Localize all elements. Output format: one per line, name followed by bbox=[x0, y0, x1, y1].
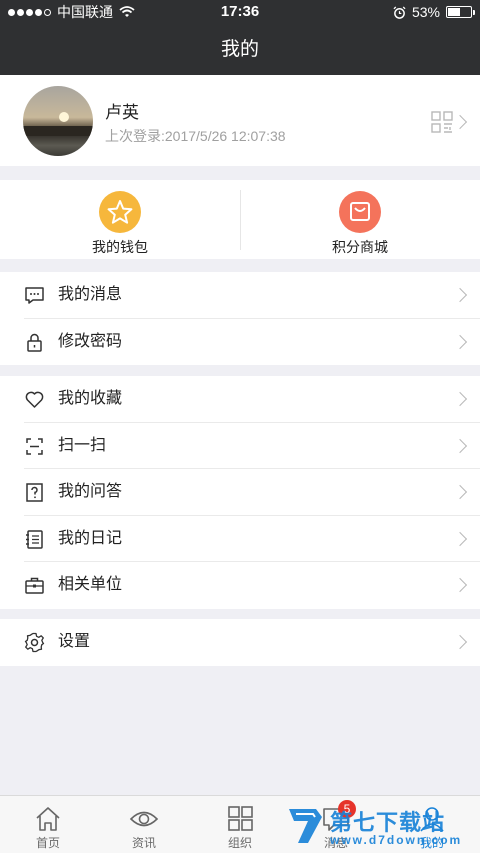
star-icon bbox=[99, 191, 141, 233]
menu-item-change-password[interactable]: 修改密码 bbox=[0, 319, 480, 366]
avatar[interactable] bbox=[23, 86, 93, 156]
menu-item-favorites[interactable]: 我的收藏 bbox=[0, 376, 480, 423]
wallet-shortcut[interactable]: 我的钱包 bbox=[0, 180, 240, 259]
alarm-icon bbox=[393, 5, 406, 19]
menu-item-label: 我的消息 bbox=[58, 286, 123, 303]
lock-icon bbox=[27, 333, 42, 352]
gear-icon bbox=[24, 632, 45, 653]
tab-label: 首页 bbox=[35, 836, 60, 850]
grid-icon bbox=[228, 806, 253, 831]
watermark: 第七下载站 www.d7down.com bbox=[286, 803, 476, 851]
home-icon bbox=[36, 807, 60, 831]
battery-icon bbox=[446, 6, 475, 18]
points-mall-shortcut[interactable]: 积分商城 bbox=[240, 180, 480, 259]
menu-item-label: 我的日记 bbox=[58, 529, 123, 547]
top-bar: 中国联通 17:36 53% 我的 bbox=[0, 0, 480, 75]
message-icon bbox=[25, 287, 44, 304]
chevron-right-icon bbox=[452, 391, 468, 407]
menu-item-scan[interactable]: 扫一扫 bbox=[0, 423, 480, 469]
page-title: 我的 bbox=[220, 39, 259, 60]
shortcut-bar: 我的钱包 积分商城 bbox=[0, 180, 480, 259]
scan-icon bbox=[26, 437, 43, 455]
menu-item-label: 修改密码 bbox=[58, 332, 123, 350]
status-bar: 中国联通 17:36 53% bbox=[0, 0, 480, 24]
menu-item-qa[interactable]: 我的问答 bbox=[0, 469, 480, 516]
tab-label: 资讯 bbox=[131, 836, 156, 850]
menu-item-label: 我的问答 bbox=[58, 483, 123, 500]
chevron-right-icon bbox=[452, 438, 468, 453]
menu-item-label: 设置 bbox=[58, 633, 91, 650]
chevron-right-icon bbox=[452, 484, 468, 500]
tab-organization[interactable]: 组织 bbox=[192, 796, 288, 853]
menu-item-label: 我的收藏 bbox=[58, 390, 123, 407]
points-mall-label: 积分商城 bbox=[332, 239, 388, 255]
chevron-right-icon bbox=[452, 531, 468, 546]
chevron-right-icon bbox=[452, 577, 468, 593]
menu-group-tools: 我的收藏 扫一扫 我的问答 我的日记 相关单位 bbox=[0, 376, 480, 609]
menu-item-messages[interactable]: 我的消息 bbox=[0, 272, 480, 319]
tab-news[interactable]: 资讯 bbox=[96, 796, 192, 853]
last-login-text: 上次登录:2017/5/26 12:07:38 bbox=[105, 128, 286, 144]
profile-card[interactable]: 卢英 上次登录:2017/5/26 12:07:38 bbox=[0, 75, 480, 166]
menu-item-diary[interactable]: 我的日记 bbox=[0, 516, 480, 562]
profile-name: 卢英 bbox=[105, 103, 139, 122]
battery-percent: 53% bbox=[411, 4, 440, 20]
menu-item-label: 扫一扫 bbox=[58, 436, 107, 454]
briefcase-icon bbox=[25, 577, 44, 594]
tab-label: 组织 bbox=[227, 836, 252, 850]
menu-group-account: 我的消息 修改密码 bbox=[0, 272, 480, 365]
menu-item-related-units[interactable]: 相关单位 bbox=[0, 562, 480, 609]
watermark-logo-icon bbox=[289, 809, 322, 843]
question-icon bbox=[26, 483, 43, 502]
menu-item-label: 相关单位 bbox=[58, 576, 123, 593]
watermark-url: www.d7down.com bbox=[330, 833, 463, 847]
wallet-label: 我的钱包 bbox=[92, 239, 148, 255]
chevron-right-icon bbox=[452, 634, 468, 650]
shopping-bag-icon bbox=[339, 191, 381, 233]
qr-code-icon[interactable] bbox=[431, 111, 453, 133]
diary-icon bbox=[26, 529, 43, 549]
chevron-right-icon bbox=[452, 287, 468, 303]
chevron-right-icon bbox=[452, 114, 468, 130]
heart-icon bbox=[25, 391, 44, 408]
menu-item-settings[interactable]: 设置 bbox=[0, 619, 480, 666]
tab-home[interactable]: 首页 bbox=[0, 796, 96, 853]
eye-icon bbox=[129, 811, 159, 827]
chevron-right-icon bbox=[452, 334, 468, 349]
menu-group-settings: 设置 bbox=[0, 619, 480, 666]
